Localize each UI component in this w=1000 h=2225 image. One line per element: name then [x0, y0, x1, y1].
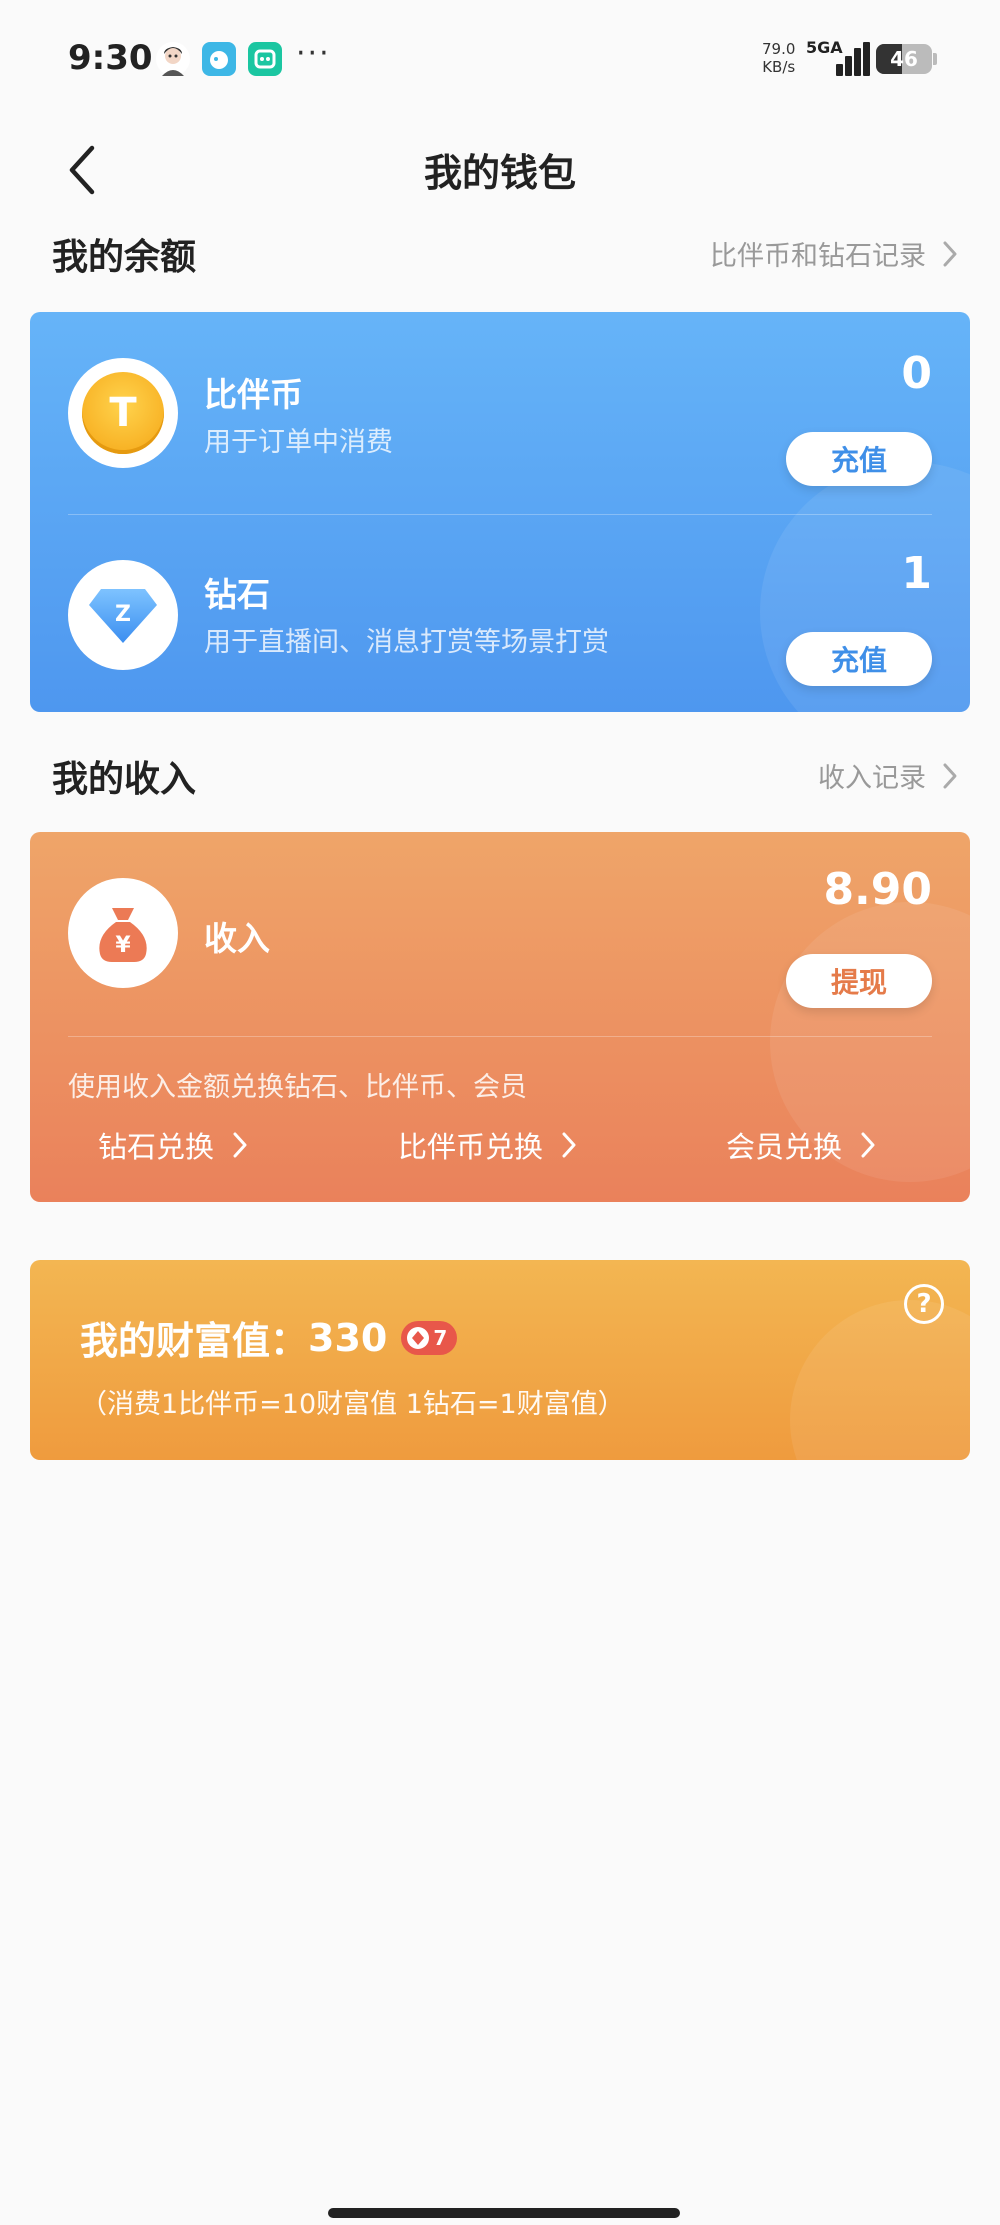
wealth-value: 330 [308, 1315, 388, 1360]
diamond-value: 1 [901, 548, 932, 599]
balance-divider [68, 514, 932, 515]
wealth-title-prefix: 我的财富值： [80, 1319, 309, 1363]
diamond-icon-wrapper: Z [68, 560, 178, 670]
chevron-right-icon [861, 1132, 875, 1158]
coin-recharge-button[interactable]: 充值 [786, 432, 932, 486]
income-record-link-label: 收入记录 [818, 763, 926, 794]
member-exchange-link[interactable]: 会员兑换 [726, 1124, 876, 1166]
money-bag-icon-wrapper: ¥ [68, 878, 178, 988]
coin-desc: 用于订单中消费 [204, 427, 393, 458]
home-indicator[interactable] [328, 2208, 680, 2218]
coin-name: 比伴币 [204, 375, 303, 414]
balance-record-link[interactable]: 比伴币和钻石记录 [710, 234, 958, 273]
diamond-icon-letter: Z [115, 602, 131, 627]
diamond-exchange-label: 钻石兑换 [98, 1130, 215, 1164]
green-app-icon [248, 42, 282, 76]
coin-exchange-label: 比伴币兑换 [398, 1130, 544, 1164]
income-value: 8.90 [823, 864, 932, 915]
chevron-right-icon [943, 763, 957, 788]
balance-section-title: 我的余额 [52, 237, 197, 278]
chevron-right-icon [943, 241, 957, 266]
income-tip: 使用收入金额兑换钻石、比伴币、会员 [68, 1072, 527, 1103]
coin-value: 0 [901, 348, 932, 399]
help-icon[interactable]: ? [904, 1284, 944, 1324]
net-speed-value: 79.0 [762, 40, 796, 58]
wealth-title: 我的财富值： 330 7 [80, 1310, 458, 1365]
wealth-note: （消费1比伴币=10财富值 1钻石=1财富值） [80, 1389, 625, 1420]
status-bar: 9:30 ··· 79.0 KB/s 5GA 46 [0, 0, 1000, 120]
income-record-link[interactable]: 收入记录 [818, 756, 958, 795]
net-speed: 79.0 KB/s [762, 40, 795, 76]
battery-level: 46 [890, 47, 918, 71]
balance-record-link-label: 比伴币和钻石记录 [710, 241, 926, 272]
diamond-recharge-button[interactable]: 充值 [786, 632, 932, 686]
chevron-right-icon [233, 1132, 247, 1158]
coin-icon: T [82, 372, 164, 454]
card-watermark [790, 1300, 970, 1460]
diamond-exchange-link[interactable]: 钻石兑换 [98, 1124, 248, 1166]
balance-card: T 比伴币 用于订单中消费 0 充值 Z 钻石 用于直播间、消息打赏等场景打赏 … [30, 312, 970, 712]
diamond-name: 钻石 [204, 575, 270, 614]
chevron-right-icon [562, 1132, 576, 1158]
wealth-card: 我的财富值： 330 7 （消费1比伴币=10财富值 1钻石=1财富值） ? [30, 1260, 970, 1460]
diamond-icon: Z [89, 589, 157, 643]
income-card: ¥ 收入 8.90 提现 使用收入金额兑换钻石、比伴币、会员 钻石兑换 比伴币兑… [30, 832, 970, 1202]
money-bag-symbol: ¥ [115, 933, 131, 958]
more-dots-icon: ··· [296, 36, 331, 71]
battery-tip [933, 53, 937, 65]
coin-exchange-link[interactable]: 比伴币兑换 [398, 1124, 577, 1166]
status-time: 9:30 [68, 38, 153, 78]
withdraw-button[interactable]: 提现 [786, 954, 932, 1008]
income-name: 收入 [204, 919, 270, 958]
coin-icon-wrapper: T [68, 358, 178, 468]
wealth-level-badge: 7 [401, 1320, 458, 1355]
money-bag-icon: ¥ [99, 908, 147, 962]
blue-app-icon [202, 42, 236, 76]
coin-icon-letter: T [109, 390, 137, 436]
member-exchange-label: 会员兑换 [726, 1130, 843, 1164]
signal-icon [814, 40, 870, 76]
income-divider [68, 1036, 932, 1037]
diamond-desc: 用于直播间、消息打赏等场景打赏 [204, 627, 609, 658]
gem-icon [407, 1326, 430, 1349]
page-title: 我的钱包 [423, 151, 576, 195]
battery-icon: 46 [876, 44, 932, 74]
wealth-level: 7 [433, 1325, 448, 1350]
avatar-icon [156, 42, 190, 76]
net-speed-unit: KB/s [762, 58, 796, 76]
income-section-title: 我的收入 [52, 759, 197, 800]
